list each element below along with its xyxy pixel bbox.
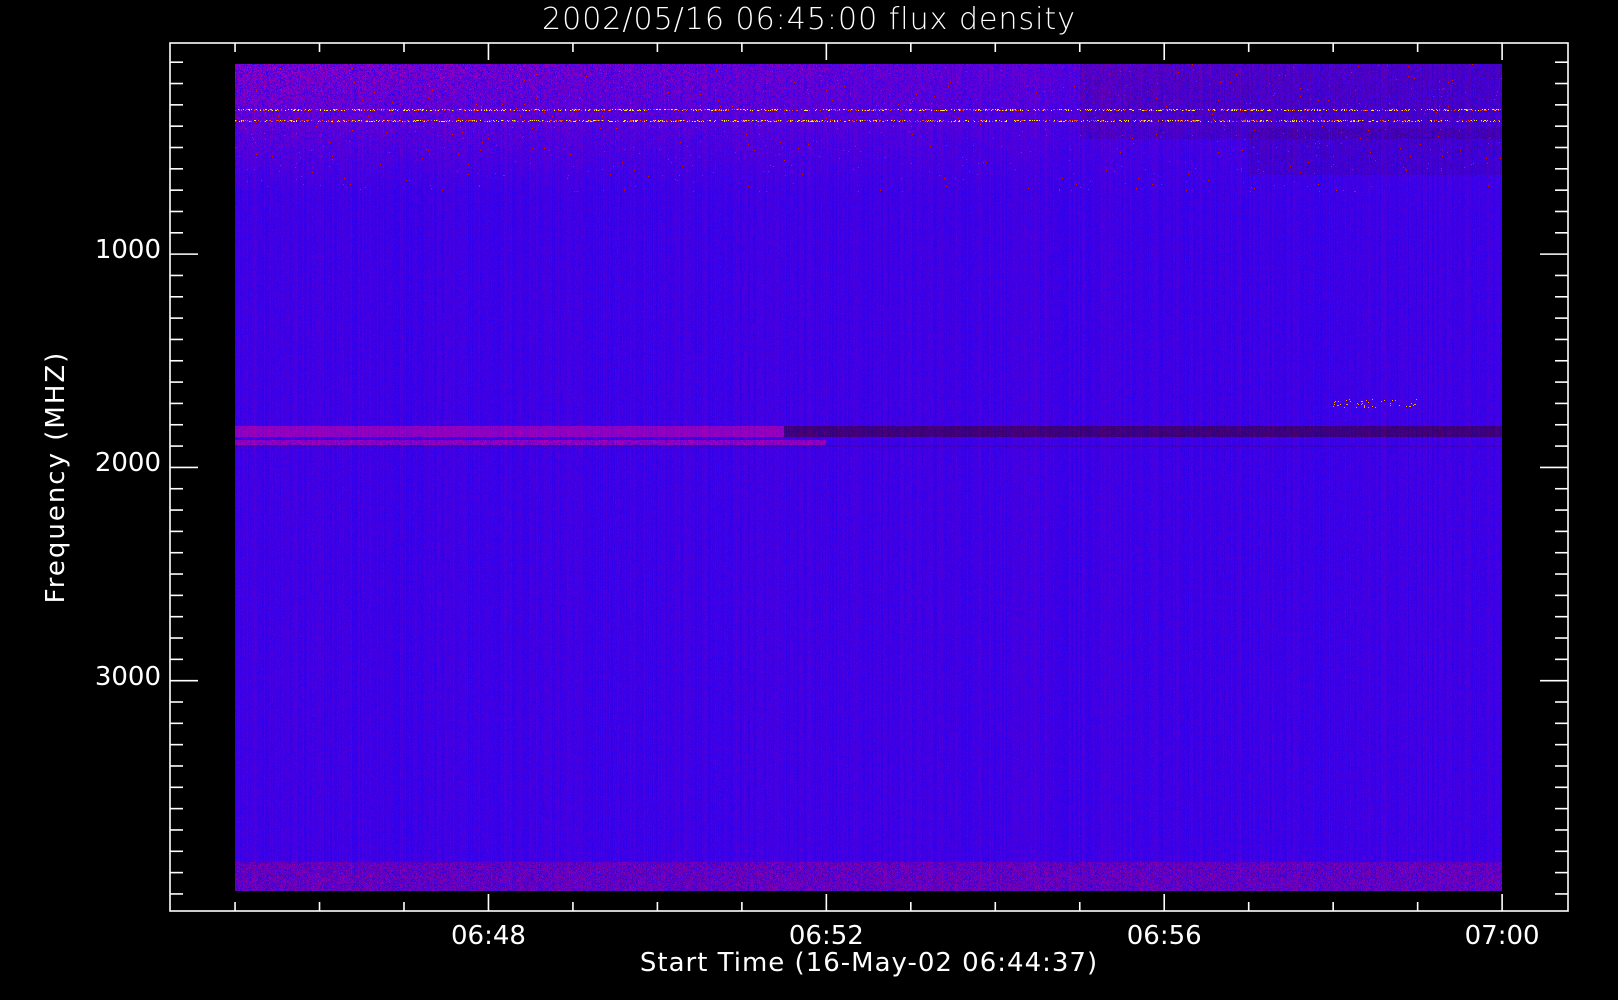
x-axis-label: Start Time (16-May-02 06:44:37)	[639, 948, 1099, 978]
y-axis-label: Frequency (MHZ)	[41, 350, 71, 604]
y-tick-label: 2000	[94, 448, 161, 479]
y-tick-label: 3000	[94, 661, 161, 692]
x-tick-label: 07:00	[1464, 921, 1540, 951]
x-tick-label: 06:48	[450, 921, 526, 951]
x-tick-label: 06:56	[1126, 921, 1202, 951]
plot-frame	[169, 42, 1569, 912]
y-tick-label: 1000	[94, 235, 161, 266]
x-tick-label: 06:52	[788, 921, 864, 951]
axes-frame	[169, 42, 1569, 912]
